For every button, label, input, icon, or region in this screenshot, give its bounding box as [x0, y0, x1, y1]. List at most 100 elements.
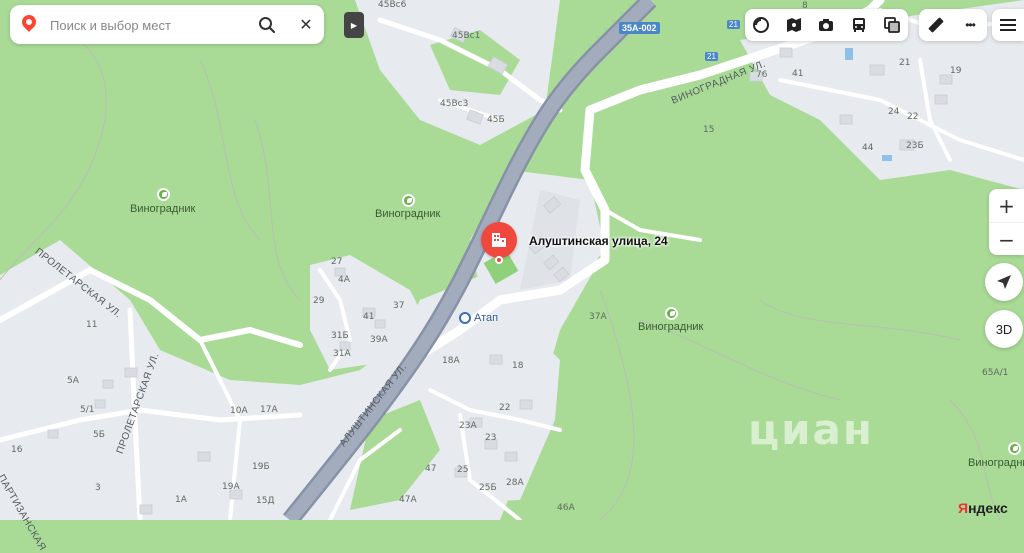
zoom-in-button[interactable]: +	[989, 189, 1024, 223]
road-number-badge: 21	[705, 52, 718, 61]
more-button[interactable]: •••	[959, 14, 981, 36]
house-number: 5А	[67, 376, 79, 386]
play-icon: ▶	[350, 20, 358, 30]
search-icon	[259, 17, 276, 34]
house-number: 27	[331, 257, 343, 267]
house-number: 5Б	[93, 430, 105, 440]
tools-toolbar: •••	[919, 9, 987, 41]
house-number: 11	[86, 320, 98, 330]
3d-label: 3D	[995, 321, 1013, 337]
house-number: 31Б	[331, 331, 349, 341]
house-number: 23Б	[906, 141, 924, 151]
house-number: 22	[907, 112, 919, 122]
house-number: 46А	[557, 503, 575, 513]
house-number: 29	[313, 296, 325, 306]
house-number: 18	[512, 361, 524, 371]
house-number: 37	[393, 301, 405, 311]
house-number: 19	[950, 66, 962, 76]
house-number: 3	[95, 483, 101, 493]
vineyard-icon	[402, 194, 415, 207]
house-number: 45Вс3	[440, 99, 469, 109]
camera-button[interactable]	[815, 14, 837, 36]
road-shield: 35А-002	[619, 22, 660, 34]
house-number: 39А	[370, 335, 388, 345]
house-number: 19Б	[252, 462, 270, 472]
hamburger-icon	[1000, 19, 1016, 31]
panel-toggle-button[interactable]: ▶	[344, 12, 364, 38]
map-layers-toolbar	[745, 9, 908, 41]
poi-label: Атап	[474, 312, 499, 324]
house-number: 44	[862, 143, 874, 153]
house-number: 24	[888, 107, 900, 117]
house-number: 41	[792, 69, 804, 79]
house-number: 15Д	[256, 496, 275, 506]
poi-atan[interactable]: Атап	[459, 312, 498, 324]
house-number: 45Б	[487, 115, 505, 125]
navigation-arrow-icon	[997, 275, 1011, 289]
layers-button[interactable]	[750, 14, 772, 36]
panorama-button[interactable]	[783, 14, 805, 36]
house-number: 5/1	[80, 405, 95, 415]
area-label: Виноградник	[130, 203, 196, 215]
zoom-out-button[interactable]: −	[989, 223, 1024, 256]
address-marker[interactable]	[481, 222, 517, 258]
house-number: 4А	[338, 275, 350, 285]
house-number: 45Вс1	[452, 31, 481, 41]
transit-button[interactable]	[848, 14, 870, 36]
menu-button[interactable]	[992, 9, 1024, 41]
location-pin-icon	[19, 12, 39, 32]
house-number: 47	[425, 464, 437, 474]
house-number: 1А	[175, 495, 187, 505]
house-number: 47А	[399, 495, 417, 505]
house-number: 25	[457, 465, 469, 475]
area-label: Виноградник	[968, 457, 1024, 469]
building-icon	[492, 233, 506, 247]
house-number: 41	[363, 312, 375, 322]
search-button[interactable]	[255, 13, 279, 37]
vineyard-icon	[1008, 442, 1021, 455]
house-number: 19А	[222, 482, 240, 492]
area-label: Виноградник	[638, 321, 704, 333]
ruler-icon	[928, 17, 944, 33]
house-number: 16	[11, 445, 23, 455]
house-number: 31А	[333, 349, 351, 359]
house-number: 17А	[260, 405, 278, 415]
vineyard-icon	[157, 188, 170, 201]
road-number-badge: 21	[727, 20, 740, 29]
house-number: 18А	[442, 356, 460, 366]
house-number: 23А	[459, 421, 477, 431]
house-number: 15	[703, 125, 715, 135]
ruler-button[interactable]	[925, 14, 947, 36]
my-location-button[interactable]	[985, 263, 1023, 301]
house-number: 22	[499, 403, 511, 413]
search-bar: ✕	[10, 5, 324, 44]
house-number: 65А/1	[982, 368, 1009, 378]
vineyard-icon	[665, 307, 678, 320]
marker-address-label: Алуштинская улица, 24	[529, 234, 668, 248]
panorama-icon	[786, 18, 801, 32]
house-number: 23	[485, 433, 497, 443]
camera-icon	[819, 19, 834, 31]
house-number: 76	[756, 70, 768, 80]
brand-logo: Яндекс	[958, 500, 1008, 516]
watermark: циан	[748, 405, 874, 454]
traffic-icon	[883, 17, 900, 33]
3d-button[interactable]: 3D	[985, 310, 1023, 348]
house-number: 28А	[506, 478, 524, 488]
house-number: 25Б	[479, 483, 497, 493]
marker-point	[495, 256, 503, 264]
search-input[interactable]	[48, 13, 242, 37]
house-number: 21	[899, 58, 911, 68]
gas-station-icon	[459, 312, 471, 324]
house-number: 37А	[589, 312, 607, 322]
zoom-control: + −	[989, 189, 1024, 255]
area-label: Виноградник	[375, 208, 441, 220]
close-button[interactable]: ✕	[294, 13, 318, 37]
house-number: 45Вс6	[378, 0, 407, 10]
traffic-button[interactable]	[881, 14, 903, 36]
house-number: 10А	[230, 406, 248, 416]
close-icon: ✕	[299, 17, 313, 34]
more-icon: •••	[965, 18, 976, 32]
layers-icon	[753, 17, 770, 33]
transit-icon	[853, 18, 866, 32]
